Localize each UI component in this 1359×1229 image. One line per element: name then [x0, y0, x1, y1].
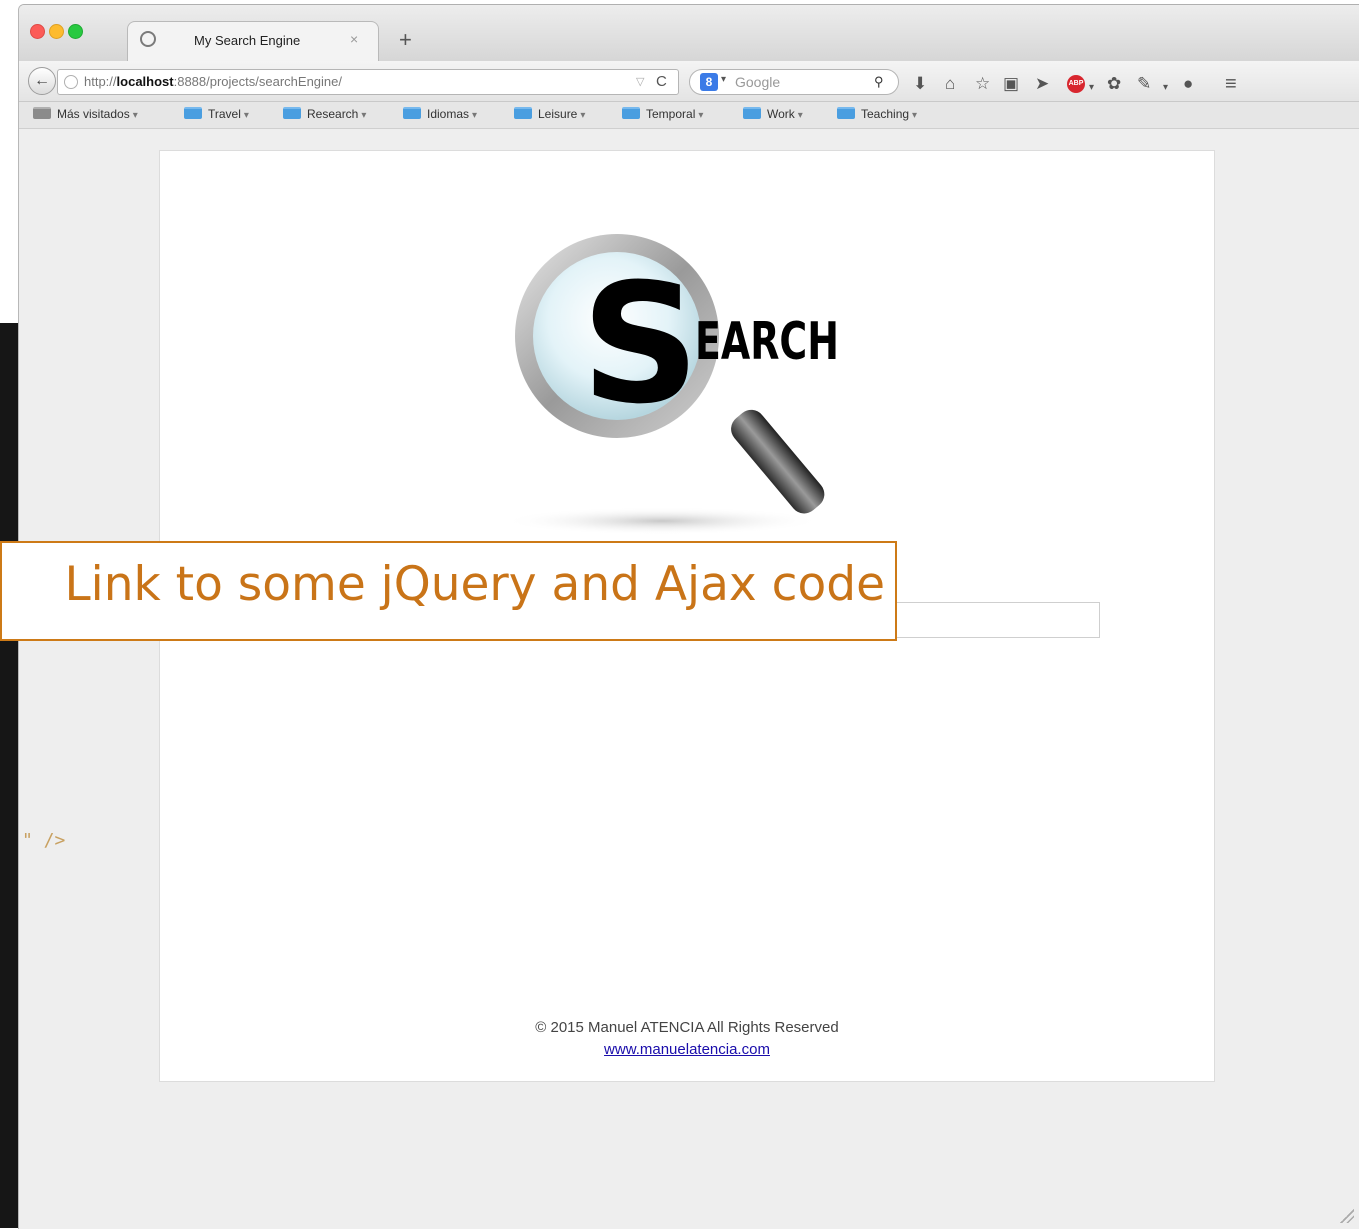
new-tab-button[interactable]: +	[399, 27, 412, 53]
tab-close-icon[interactable]: ×	[350, 31, 358, 47]
search-logo: S EARCH	[502, 234, 839, 535]
search-bar-placeholder: Google	[735, 74, 781, 90]
back-button[interactable]: ←	[28, 67, 56, 95]
bookmark-travel[interactable]: Travel ▾	[184, 107, 249, 121]
bookmarks-toolbar: Más visitados ▾ Travel ▾ Research ▾ Idiomas…	[19, 102, 1359, 129]
tab-title: My Search Engine	[194, 33, 301, 48]
favicon-icon	[140, 31, 156, 47]
bookmark-label: Temporal	[646, 107, 696, 121]
bookmark-leisure[interactable]: Leisure ▾	[514, 107, 585, 121]
reload-icon[interactable]: C	[656, 73, 667, 90]
web-search-bar[interactable]: 8 ▾ Google ⚲	[689, 69, 899, 95]
resize-grip-icon[interactable]	[1340, 1209, 1354, 1223]
code-fragment: " />	[22, 830, 66, 851]
clipboard-icon[interactable]: ▣	[1003, 75, 1019, 93]
logo-letter: S	[581, 248, 700, 440]
bookmark-mas-visitados[interactable]: Más visitados ▾	[33, 107, 138, 121]
menu-icon[interactable]: ≡	[1225, 74, 1237, 94]
bookmark-label: Más visitados	[57, 107, 130, 121]
bookmark-label: Idiomas	[427, 107, 470, 121]
bookmark-work[interactable]: Work ▾	[743, 107, 803, 121]
adblock-icon[interactable]: ABP	[1067, 75, 1085, 93]
title-bar: My Search Engine × +	[19, 5, 1359, 62]
website-link[interactable]: www.manuelatencia.com	[160, 1041, 1214, 1058]
url-path: :8888/projects/searchEngine/	[173, 74, 342, 89]
folder-icon	[837, 107, 855, 119]
callout-text: Link to some jQuery and Ajax code	[64, 557, 885, 612]
url-dropdown-icon[interactable]: ▽	[636, 75, 644, 88]
tab-my-search-engine[interactable]: My Search Engine ×	[127, 21, 379, 62]
folder-icon	[283, 107, 301, 119]
minimize-window-button[interactable]	[49, 24, 64, 39]
engine-dropdown-icon[interactable]: ▾	[721, 74, 726, 85]
bookmark-label: Leisure	[538, 107, 578, 121]
folder-icon	[514, 107, 532, 119]
bookmark-label: Travel	[208, 107, 241, 121]
addon-icon[interactable]: ✿	[1107, 75, 1121, 93]
bookmark-temporal[interactable]: Temporal ▾	[622, 107, 703, 121]
logo-shadow	[502, 507, 822, 535]
bookmark-teaching[interactable]: Teaching ▾	[837, 107, 917, 121]
globe-icon	[64, 75, 78, 89]
logo-text: EARCH	[695, 312, 839, 372]
url-text[interactable]: http://localhost:8888/projects/searchEng…	[84, 74, 342, 89]
home-icon[interactable]: ⌂	[945, 75, 955, 93]
url-host: localhost	[116, 74, 174, 89]
folder-icon	[743, 107, 761, 119]
send-icon[interactable]: ➤	[1035, 75, 1049, 93]
bookmark-research[interactable]: Research ▾	[283, 107, 366, 121]
url-scheme: http://	[84, 74, 117, 89]
folder-icon	[184, 107, 202, 119]
magnifier-handle	[731, 409, 825, 514]
gray-folder-icon	[33, 107, 51, 119]
bookmark-label: Research	[307, 107, 359, 121]
annotation-callout: Link to some jQuery and Ajax code	[0, 541, 897, 641]
download-icon[interactable]: ⬇	[913, 75, 927, 93]
close-window-button[interactable]	[30, 24, 45, 39]
pocket-dropdown-icon[interactable]: ▾	[1163, 79, 1168, 97]
adblock-dropdown-icon[interactable]: ▾	[1089, 79, 1094, 97]
bookmark-label: Teaching	[861, 107, 910, 121]
copyright-text: © 2015 Manuel ATENCIA All Rights Reserve…	[535, 1019, 839, 1036]
pocket-icon[interactable]: ✎	[1137, 75, 1151, 93]
google-engine-icon[interactable]: 8	[700, 73, 718, 91]
zoom-window-button[interactable]	[68, 24, 83, 39]
search-icon[interactable]: ⚲	[874, 74, 890, 90]
chat-icon[interactable]: ●	[1183, 75, 1193, 93]
folder-icon	[403, 107, 421, 119]
folder-icon	[622, 107, 640, 119]
bookmark-idiomas[interactable]: Idiomas ▾	[403, 107, 477, 121]
navigation-toolbar: ← http://localhost:8888/projects/searchE…	[19, 61, 1359, 102]
star-icon[interactable]: ☆	[975, 75, 990, 93]
url-bar[interactable]: http://localhost:8888/projects/searchEng…	[57, 69, 679, 95]
bookmark-label: Work	[767, 107, 795, 121]
